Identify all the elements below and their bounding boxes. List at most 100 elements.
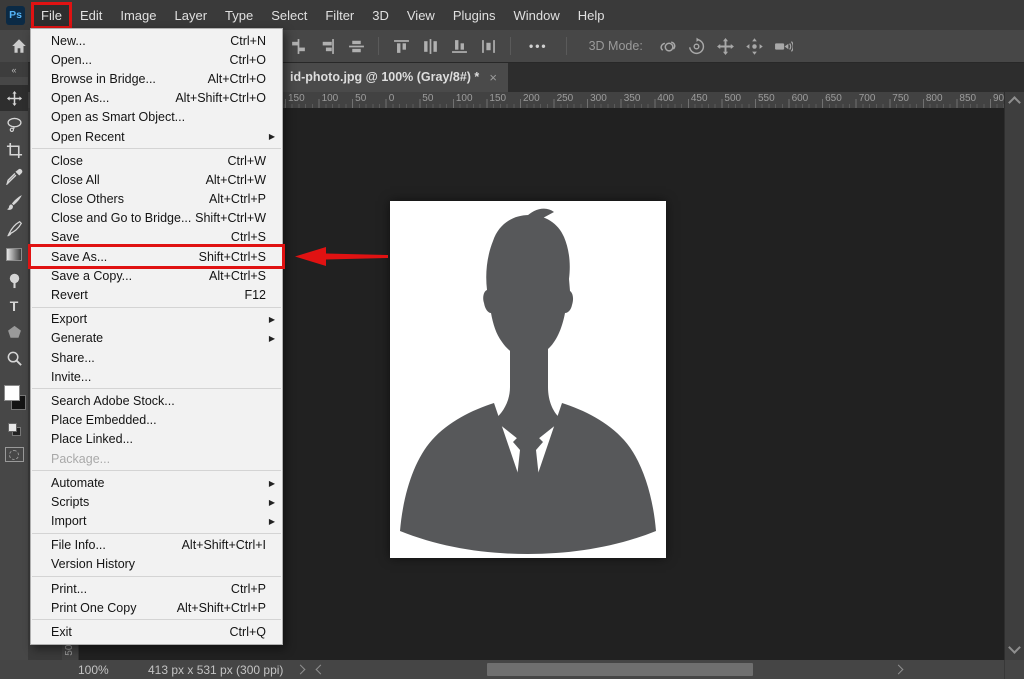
menu-item-print[interactable]: Print...Ctrl+P [31, 579, 282, 598]
menubar-item-image[interactable]: Image [111, 3, 165, 28]
menu-item-shortcut: Ctrl+P [231, 582, 266, 596]
menu-item-scripts[interactable]: Scripts▶ [31, 492, 282, 511]
distribute-spacing-icon[interactable] [478, 37, 498, 55]
eyedropper-tool[interactable] [0, 163, 28, 189]
3d-pan-icon[interactable] [716, 37, 736, 55]
options-divider [378, 37, 379, 55]
tools-panel: « T [0, 62, 28, 660]
move-tool[interactable] [0, 85, 28, 111]
menubar-item-file[interactable]: File [32, 3, 71, 28]
menu-item-share[interactable]: Share... [31, 348, 282, 367]
horizontal-scrollbar[interactable] [332, 663, 888, 676]
menu-item-revert[interactable]: RevertF12 [31, 285, 282, 304]
color-swatches[interactable] [1, 385, 27, 417]
align-top-edges-icon[interactable] [391, 37, 411, 55]
document-tab[interactable]: id-photo.jpg @ 100% (Gray/8#) * × [278, 62, 508, 92]
lasso-tool[interactable] [0, 111, 28, 137]
menu-item-place-embedded[interactable]: Place Embedded... [31, 411, 282, 430]
align-right-edges-icon[interactable] [317, 37, 337, 55]
horizontal-scrollbar-thumb[interactable] [487, 663, 753, 676]
menu-item-save[interactable]: SaveCtrl+S [31, 228, 282, 247]
vertical-scrollbar[interactable] [1004, 92, 1024, 660]
align-horizontal-centers-icon[interactable] [346, 37, 366, 55]
menu-item-file-info[interactable]: File Info...Alt+Shift+Ctrl+I [31, 536, 282, 555]
options-divider [510, 37, 511, 55]
menu-item-close[interactable]: CloseCtrl+W [31, 151, 282, 170]
menu-item-version-history[interactable]: Version History [31, 555, 282, 574]
default-colors-icon[interactable] [8, 423, 20, 435]
document-canvas[interactable] [390, 201, 666, 558]
align-bottom-edges-icon[interactable] [449, 37, 469, 55]
silhouette-tie [513, 427, 543, 524]
menu-separator [32, 388, 281, 389]
scroll-down-icon[interactable] [1008, 641, 1021, 654]
shape-tool[interactable] [0, 319, 28, 345]
menu-item-label: Import [51, 514, 86, 528]
crop-tool[interactable] [0, 137, 28, 163]
zoom-level[interactable]: 100% [78, 663, 109, 677]
gradient-tool[interactable] [0, 241, 28, 267]
menu-item-export[interactable]: Export▶ [31, 310, 282, 329]
menu-item-close-and-go-to-bridge[interactable]: Close and Go to Bridge...Shift+Ctrl+W [31, 209, 282, 228]
menubar-item-window[interactable]: Window [504, 3, 568, 28]
distribute-horizontal-centers-icon[interactable] [420, 37, 440, 55]
menubar-item-edit[interactable]: Edit [71, 3, 111, 28]
ruler-tick-label: 100 [322, 93, 339, 104]
menubar-item-filter[interactable]: Filter [316, 3, 363, 28]
menu-item-invite[interactable]: Invite... [31, 367, 282, 386]
menu-item-close-others[interactable]: Close OthersAlt+Ctrl+P [31, 190, 282, 209]
menu-item-save-a-copy[interactable]: Save a Copy...Alt+Ctrl+S [31, 266, 282, 285]
menu-item-new[interactable]: New...Ctrl+N [31, 31, 282, 50]
mixer-brush-tool[interactable] [0, 215, 28, 241]
menubar-item-plugins[interactable]: Plugins [444, 3, 505, 28]
menu-item-label: Close and Go to Bridge... [51, 211, 191, 225]
menubar-item-layer[interactable]: Layer [166, 3, 217, 28]
menu-item-place-linked[interactable]: Place Linked... [31, 430, 282, 449]
zoom-tool[interactable] [0, 345, 28, 371]
distribute-vertical-centers-icon[interactable] [288, 37, 308, 55]
menu-item-automate[interactable]: Automate▶ [31, 473, 282, 492]
more-options-icon[interactable]: ••• [523, 39, 554, 53]
menubar-item-type[interactable]: Type [216, 3, 262, 28]
scroll-up-icon[interactable] [1008, 96, 1021, 109]
type-tool[interactable]: T [0, 293, 28, 319]
menu-item-browse-in-bridge[interactable]: Browse in Bridge...Alt+Ctrl+O [31, 69, 282, 88]
quick-mask-mode-icon[interactable] [5, 447, 24, 462]
menu-item-label: Print One Copy [51, 601, 136, 615]
menu-item-generate[interactable]: Generate▶ [31, 329, 282, 348]
menu-item-label: Version History [51, 557, 135, 571]
hscroll-left-icon[interactable] [316, 665, 326, 675]
ruler-tick-label: 100 [456, 93, 473, 104]
menu-item-shortcut: Alt+Shift+Ctrl+P [177, 601, 266, 615]
menu-item-open[interactable]: Open...Ctrl+O [31, 50, 282, 69]
menu-item-label: Package... [51, 452, 110, 466]
status-expand-icon[interactable] [296, 665, 306, 675]
menu-item-import[interactable]: Import ▶ [31, 512, 282, 531]
3d-orbit-icon[interactable] [658, 37, 678, 55]
menu-item-label: Close All [51, 173, 100, 187]
dodge-tool[interactable] [0, 267, 28, 293]
collapse-panel-icon[interactable]: « [0, 62, 28, 77]
menu-item-open-as[interactable]: Open As...Alt+Shift+Ctrl+O [31, 89, 282, 108]
menubar-item-help[interactable]: Help [569, 3, 614, 28]
menu-item-exit[interactable]: ExitCtrl+Q [31, 622, 282, 641]
3d-camera-icon[interactable] [774, 37, 794, 55]
menu-item-search-adobe-stock[interactable]: Search Adobe Stock... [31, 391, 282, 410]
menu-item-close-all[interactable]: Close AllAlt+Ctrl+W [31, 170, 282, 189]
menubar-item-3d[interactable]: 3D [363, 3, 398, 28]
3d-roll-icon[interactable] [687, 37, 707, 55]
menu-item-open-recent[interactable]: Open Recent▶ [31, 127, 282, 146]
3d-slide-icon[interactable] [745, 37, 765, 55]
foreground-color-swatch[interactable] [4, 385, 20, 401]
submenu-arrow-icon: ▶ [269, 517, 275, 526]
close-tab-icon[interactable]: × [489, 70, 497, 85]
menu-item-package[interactable]: Package... [31, 449, 282, 468]
brush-tool[interactable] [0, 189, 28, 215]
menu-item-print-one-copy[interactable]: Print One Copy Alt+Shift+Ctrl+P [31, 598, 282, 617]
menubar-item-view[interactable]: View [398, 3, 444, 28]
home-icon[interactable] [10, 37, 28, 55]
menu-item-open-as-smart-object[interactable]: Open as Smart Object... [31, 108, 282, 127]
menu-item-save-as[interactable]: Save As...Shift+Ctrl+S [31, 247, 282, 266]
menubar-item-select[interactable]: Select [262, 3, 316, 28]
hscroll-right-icon[interactable] [894, 665, 904, 675]
